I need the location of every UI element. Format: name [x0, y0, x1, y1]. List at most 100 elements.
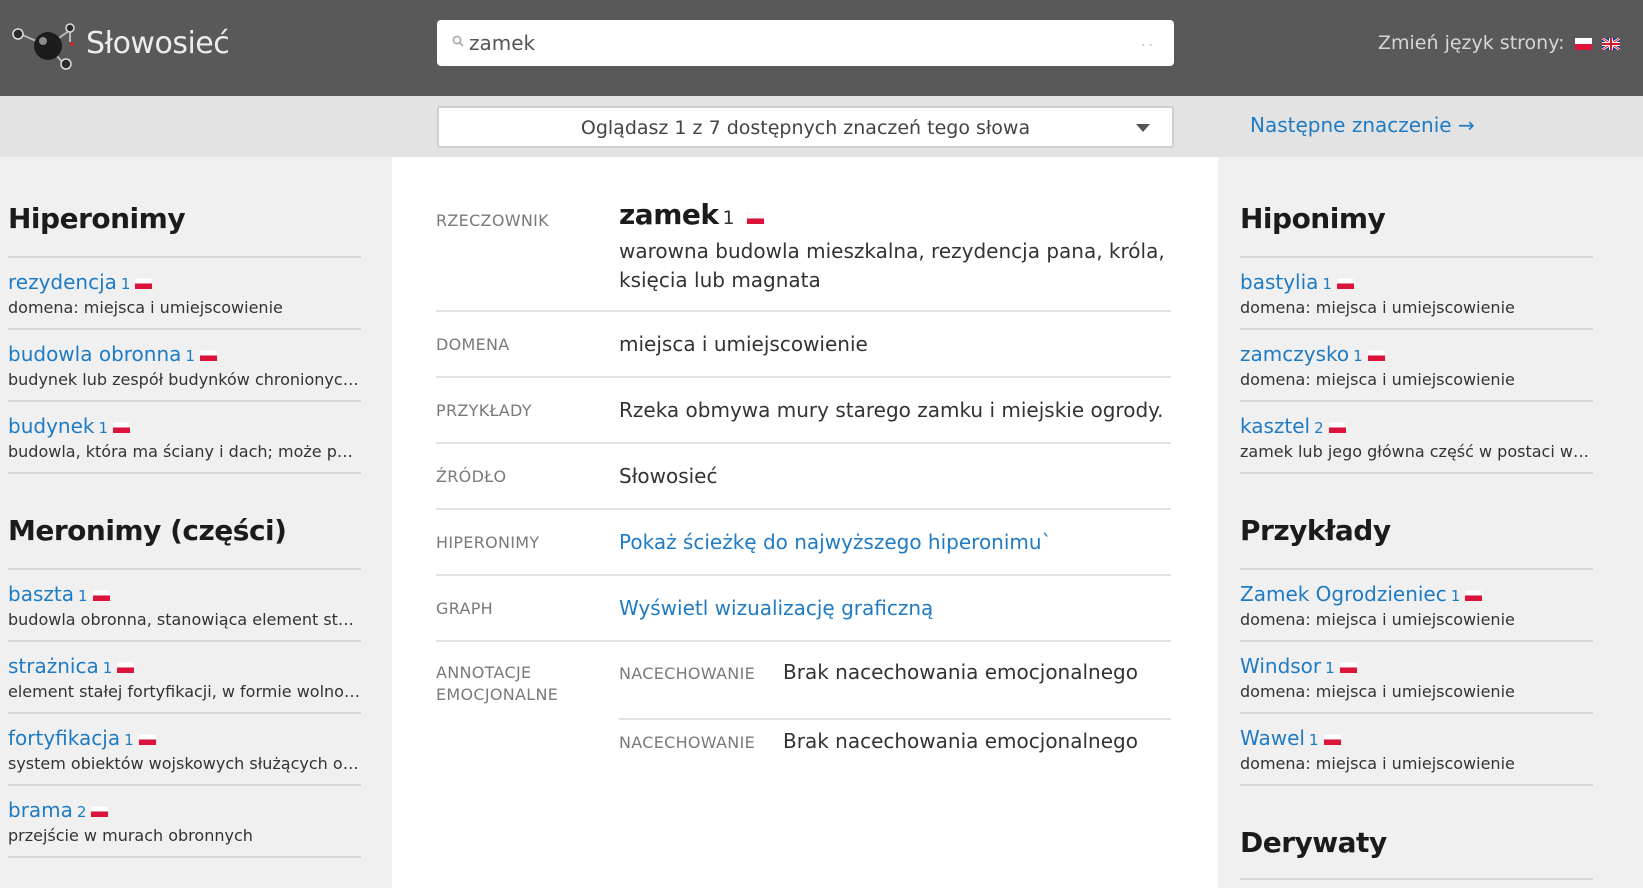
divider: [436, 376, 1171, 378]
polish-flag-icon: [113, 422, 131, 433]
list-item: budowla obronna 1 budynek lub zespół budy…: [8, 328, 361, 389]
instance-link[interactable]: Wawel 1: [1240, 726, 1593, 750]
hyperonym-link[interactable]: rezydencja 1: [8, 270, 361, 294]
list-item: kasztel 2 zamek lub jego główna część w p…: [1240, 400, 1593, 461]
list-item: bastylia 1 domena: miejsca i umiejscowien…: [1240, 256, 1593, 317]
graph-visualization-link[interactable]: Wyświetl wizualizację graficzną: [619, 594, 933, 623]
source-value: Słowosieć: [619, 464, 718, 488]
item-description: domena: miejsca i umiejscowienie: [1240, 610, 1515, 629]
polish-flag-icon: [91, 806, 109, 817]
meronym-link[interactable]: brama 2: [8, 798, 361, 822]
sense-select[interactable]: Oglądasz 1 z 7 dostępnych znaczeń tego s…: [437, 106, 1174, 148]
hyperonym-link[interactable]: budowla obronna 1: [8, 342, 361, 366]
list-item: fortyfikacja 1 system obiektów wojskowych…: [8, 712, 361, 773]
headword-block: zamek 1: [619, 200, 764, 233]
item-description: domena: miejsca i umiejscowienie: [8, 298, 283, 317]
list-item: Wawel 1 domena: miejsca i umiejscowienie: [1240, 712, 1593, 773]
hyperonym-link[interactable]: budynek 1: [8, 414, 361, 438]
english-flag-icon[interactable]: [1601, 37, 1620, 50]
brand-name[interactable]: Słowosieć: [86, 26, 230, 61]
polish-flag-icon: [1367, 350, 1385, 361]
definition-line-2: księcia lub magnata: [619, 268, 821, 292]
polish-flag-icon: [1323, 734, 1341, 745]
search-box[interactable]: ..: [437, 20, 1174, 66]
item-description: budynek lub zespół budynków chronionych …: [8, 370, 361, 389]
item-description: budowla, która ma ściany i dach; może pe…: [8, 442, 361, 461]
item-description: budowla obronna, stanowiąca element star…: [8, 610, 361, 629]
annotation-value: Brak nacechowania emocjonalnego: [783, 729, 1138, 753]
domain-label: DOMENA: [436, 335, 510, 354]
divider: [436, 640, 1171, 642]
hyperonyms-title: Hiperonimy: [8, 202, 186, 235]
item-description: zamek lub jego główna część w postaci wa…: [1240, 442, 1593, 461]
divider: [1240, 472, 1593, 474]
hyponym-link[interactable]: zamczysko 1: [1240, 342, 1593, 366]
pos-label: RZECZOWNIK: [436, 211, 549, 230]
hyperonyms-label: HIPERONIMY: [436, 533, 540, 552]
language-label: Zmień język strony:: [1378, 32, 1565, 54]
annotation-label: NACECHOWANIE: [619, 733, 755, 752]
meronym-link[interactable]: baszta 1: [8, 582, 361, 606]
polish-flag-icon: [199, 350, 217, 361]
examples-label: PRZYKŁADY: [436, 401, 532, 420]
search-icon: [452, 35, 464, 47]
polish-flag-icon: [135, 278, 153, 289]
polish-flag-icon: [746, 213, 764, 224]
chevron-down-icon: [1136, 124, 1150, 132]
item-description: domena: miejsca i umiejscowienie: [1240, 682, 1515, 701]
polish-flag-icon: [138, 734, 156, 745]
headword: zamek: [619, 198, 719, 231]
meronym-link[interactable]: strażnica 1: [8, 654, 361, 678]
item-description: przejście w murach obronnych: [8, 826, 253, 845]
divider: [8, 472, 361, 474]
divider: [1240, 878, 1593, 880]
item-description: domena: miejsca i umiejscowienie: [1240, 298, 1515, 317]
slowosiec-logo-icon[interactable]: [8, 20, 80, 72]
polish-flag-icon: [1336, 278, 1354, 289]
hyponym-link[interactable]: kasztel 2: [1240, 414, 1593, 438]
divider: [436, 574, 1171, 576]
divider: [436, 508, 1171, 510]
instance-link[interactable]: Windsor 1: [1240, 654, 1593, 678]
definition: warowna budowla mieszkalna, rezydencja p…: [619, 237, 1179, 295]
examples-title: Przykłady: [1240, 514, 1391, 547]
divider: [619, 718, 1171, 720]
list-item: baszta 1 budowla obronna, stanowiąca elem…: [8, 568, 361, 629]
item-description: domena: miejsca i umiejscowienie: [1240, 370, 1515, 389]
item-description: element stałej fortyfikacji, w formie wo…: [8, 682, 361, 701]
graph-label: GRAPH: [436, 599, 493, 618]
source-label: ŹRÓDŁO: [436, 467, 507, 486]
language-switcher: Zmień język strony:: [1378, 32, 1620, 54]
divider: [436, 442, 1171, 444]
list-item: strażnica 1 element stałej fortyfikacji, …: [8, 640, 361, 701]
list-item: budynek 1 budowla, która ma ściany i dach…: [8, 400, 361, 461]
polish-flag-icon: [1328, 422, 1346, 433]
search-input[interactable]: [469, 20, 1119, 66]
list-item: rezydencja 1 domena: miejsca i umiejscowi…: [8, 256, 361, 317]
polish-flag-icon: [117, 662, 135, 673]
hyponym-link[interactable]: bastylia 1: [1240, 270, 1593, 294]
divider: [8, 856, 361, 858]
polish-flag-icon: [1465, 590, 1483, 601]
list-item: brama 2 przejście w murach obronnych: [8, 784, 361, 845]
polish-flag-icon[interactable]: [1574, 37, 1592, 50]
polish-flag-icon: [1339, 662, 1357, 673]
sense-select-text: Oglądasz 1 z 7 dostępnych znaczeń tego s…: [580, 117, 1031, 139]
search-dots-icon: ..: [1141, 34, 1156, 50]
instance-link[interactable]: Zamek Ogrodzieniec 1: [1240, 582, 1593, 606]
item-description: system obiektów wojskowych służących obr…: [8, 754, 361, 773]
divider: [1240, 784, 1593, 786]
annotations-label: ANNOTACJE EMOCJONALNE: [436, 663, 559, 704]
next-sense-link[interactable]: Następne znaczenie →: [1250, 113, 1475, 137]
annotation-label: NACECHOWANIE: [619, 664, 755, 683]
meronym-link[interactable]: fortyfikacja 1: [8, 726, 361, 750]
polish-flag-icon: [92, 590, 110, 601]
list-item: zamczysko 1 domena: miejsca i umiejscowie…: [1240, 328, 1593, 389]
headword-number: 1: [722, 207, 735, 229]
hyperonym-path-link[interactable]: Pokaż ścieżkę do najwyższego hiperonimu`: [619, 528, 1052, 557]
examples-value: Rzeka obmywa mury starego zamku i miejsk…: [619, 398, 1164, 422]
annotation-value: Brak nacechowania emocjonalnego: [783, 660, 1138, 684]
divider: [436, 310, 1171, 312]
list-item: Zamek Ogrodzieniec 1 domena: miejsca i um…: [1240, 568, 1593, 629]
definition-line-1: warowna budowla mieszkalna, rezydencja p…: [619, 239, 1165, 263]
